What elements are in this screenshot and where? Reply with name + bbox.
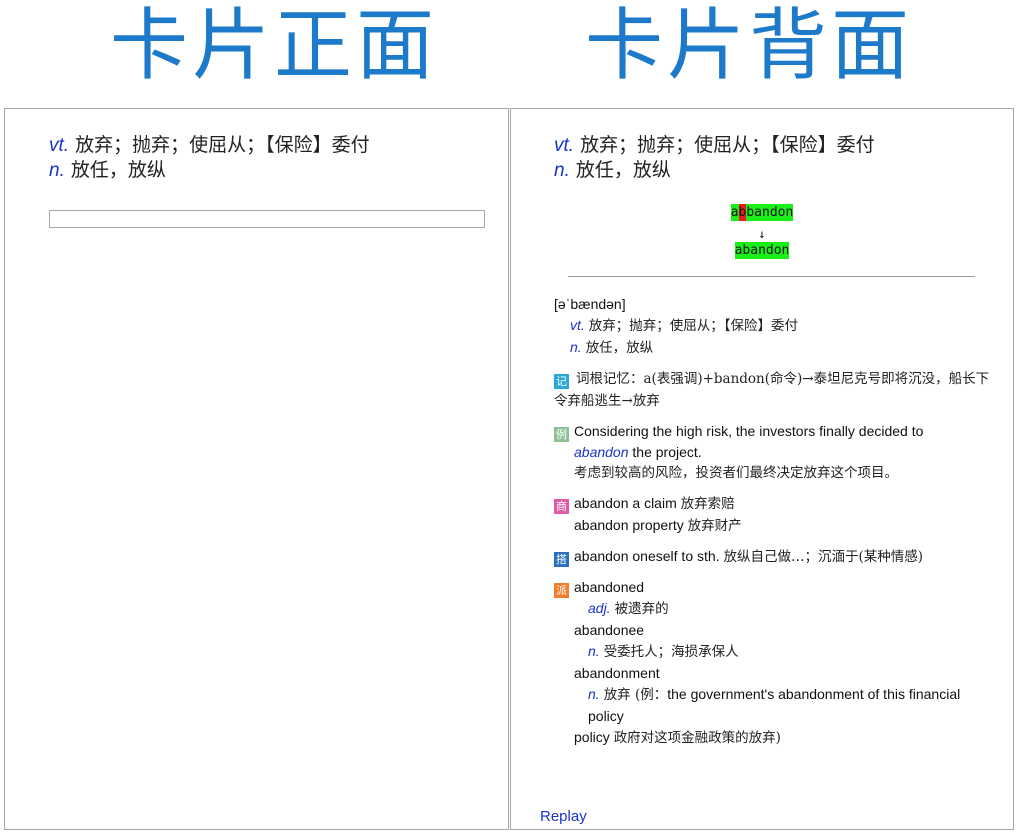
detail-def-n-text: 放任，放纵 [585, 340, 654, 356]
business-section: 商 abandon a claim 放弃索赔 abandon property 放… [554, 493, 991, 537]
derived-1-cn: 被遗弃的 [614, 601, 669, 617]
front-pos-n: n. [49, 160, 65, 181]
derived-2-pos: n. [588, 643, 600, 659]
detail-def-vt: vt. 放弃；抛弃；使屈从；【保险】委付 [554, 315, 991, 337]
derived-1-pos: adj. [588, 600, 611, 616]
memory-tag-icon: 记 [554, 374, 569, 389]
example-cn: 考虑到较高的风险，投资者们最终决定放弃这个项目。 [574, 465, 898, 481]
example-en-1: Considering the high risk, the investors… [574, 423, 924, 439]
card-front: vt. 放弃；抛弃；使屈从；【保险】委付 n. 放任，放纵 [4, 108, 509, 830]
example-tag-icon: 例 [554, 427, 569, 442]
detail-pos-vt: vt. [570, 317, 585, 333]
front-def-vt: vt. 放弃；抛弃；使屈从；【保险】委付 [49, 133, 370, 158]
back-pos-vt: vt. [554, 135, 575, 156]
front-def-n: n. 放任，放纵 [49, 158, 370, 183]
correct-answer: abandon [511, 242, 1013, 259]
replay-link[interactable]: Replay [540, 808, 587, 825]
front-definition: vt. 放弃；抛弃；使屈从；【保险】委付 n. 放任，放纵 [49, 133, 370, 183]
derived-1-def: adj. 被遗弃的 [554, 598, 991, 620]
derived-1-word: abandoned [574, 579, 645, 595]
detail-def-vt-text: 放弃；抛弃；使屈从；【保险】委付 [588, 318, 799, 334]
example-word: abandon [574, 444, 629, 460]
front-def-vt-text: 放弃；抛弃；使屈从；【保险】委付 [75, 134, 370, 156]
back-def-vt: vt. 放弃；抛弃；使屈从；【保险】委付 [554, 133, 875, 158]
collocation-en: abandon oneself to sth. [574, 548, 720, 564]
derived-3-cn-a: 放弃 (例： [603, 687, 668, 703]
business-2-en: abandon property [574, 517, 684, 533]
phonetic: [əˈbændən] [554, 296, 626, 312]
business-1-en: abandon a claim [574, 495, 677, 511]
collocation-section: 搭 abandon oneself to sth. 放纵自己做…；沉湎于(某种情感… [554, 546, 991, 568]
front-title: 卡片正面 [110, 1, 439, 91]
typed-match-1: a [730, 204, 739, 221]
collocation-tag-icon: 搭 [554, 552, 569, 567]
answer-input[interactable] [49, 210, 485, 228]
derived-3-cn-b: 政府对这项金融政策的放弃) [613, 730, 781, 746]
down-arrow-icon: ↓ [758, 227, 766, 241]
example-en-line2: abandon the project. [554, 442, 991, 463]
back-title: 卡片背面 [585, 1, 914, 91]
example-section: 例 Considering the high risk, the investor… [554, 421, 991, 484]
business-tag-icon: 商 [554, 499, 569, 514]
typed-answer: abbandon [511, 204, 1013, 221]
back-def-n: n. 放任，放纵 [554, 158, 875, 183]
detail-pos-n: n. [570, 339, 582, 355]
page: 卡片正面 卡片背面 vt. 放弃；抛弃；使屈从；【保险】委付 n. 放任，放纵 vt… [0, 0, 1017, 836]
business-2-cn: 放弃财产 [687, 518, 742, 534]
derived-2-word: abandonee [574, 622, 645, 638]
back-def-n-text: 放任，放纵 [575, 159, 671, 181]
example-en-2: the project. [632, 444, 702, 460]
correct-answer-text: abandon [734, 242, 790, 259]
business-1-cn: 放弃索赔 [680, 496, 735, 512]
derived-2-cn: 受委托人；海损承保人 [603, 644, 739, 660]
front-def-n-text: 放任，放纵 [70, 159, 166, 181]
derived-section: 派 abandoned adj. 被遗弃的 abandonee n. 受委托人；海损承… [554, 577, 991, 749]
memory-section: 记词根记忆：a(表强调)+bandon(命令)→泰坦尼克号即将沉没，船长下令弃船… [554, 368, 991, 412]
derived-3-def: n. 放弃 (例：the government's abandonment of … [554, 684, 991, 727]
memory-text: 词根记忆：a(表强调)+bandon(命令)→泰坦尼克号即将沉没，船长下令弃船逃… [554, 371, 990, 409]
derived-2-def: n. 受委托人；海损承保人 [554, 641, 991, 663]
front-pos-vt: vt. [49, 135, 70, 156]
typed-match-2: bandon [746, 204, 794, 221]
business-2: abandon property 放弃财产 [554, 515, 991, 537]
detail-def-n: n. 放任，放纵 [554, 337, 991, 359]
derived-3-pos: n. [588, 686, 600, 702]
divider [568, 276, 975, 277]
word-detail: [əˈbændən] vt. 放弃；抛弃；使屈从；【保险】委付 n. 放任，放纵 记… [554, 294, 991, 749]
collocation-cn: 放纵自己做…；沉湎于(某种情感) [723, 549, 923, 565]
card-back: vt. 放弃；抛弃；使屈从；【保险】委付 n. 放任，放纵 abbandon ↓ a… [510, 108, 1014, 830]
derived-tag-icon: 派 [554, 583, 569, 598]
back-definition: vt. 放弃；抛弃；使屈从；【保险】委付 n. 放任，放纵 [554, 133, 875, 183]
derived-3-en-cont: policy [574, 729, 610, 745]
back-pos-n: n. [554, 160, 570, 181]
derived-3-word: abandonment [574, 665, 660, 681]
back-def-vt-text: 放弃；抛弃；使屈从；【保险】委付 [580, 134, 875, 156]
derived-3-def-cont: policy 政府对这项金融政策的放弃) [554, 727, 991, 749]
